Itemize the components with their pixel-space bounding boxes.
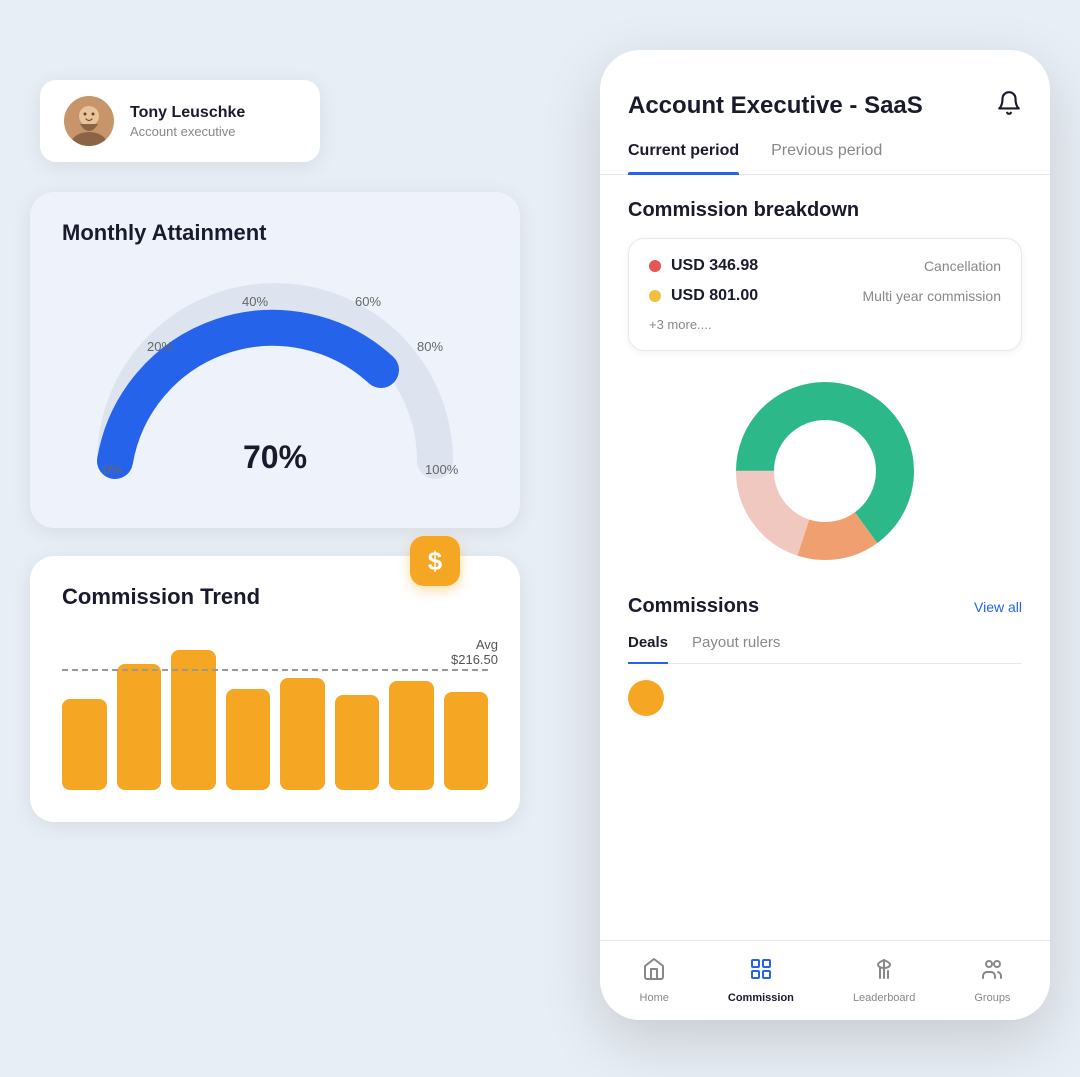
nav-home-label: Home — [640, 992, 669, 1004]
sub-tab-payout[interactable]: Payout rulers — [692, 634, 780, 663]
bar-1 — [117, 664, 162, 790]
trend-card: $ Commission Trend Avg$216.50 — [30, 556, 520, 822]
sub-tabs: Deals Payout rulers — [628, 634, 1022, 664]
breakdown-label-2: Multi year commission — [863, 288, 1001, 304]
bar-3 — [226, 689, 271, 790]
dot-yellow — [649, 290, 661, 302]
user-card: Tony Leuschke Account executive — [40, 80, 320, 162]
bar-5 — [335, 695, 380, 790]
trend-title: Commission Trend — [62, 584, 488, 610]
bell-icon[interactable] — [996, 90, 1022, 122]
commissions-title: Commissions — [628, 595, 759, 618]
commission-icon — [749, 957, 773, 988]
svg-text:100%: 100% — [425, 462, 459, 477]
bar-7 — [444, 692, 489, 790]
nav-commission-label: Commission — [728, 992, 794, 1004]
nav-leaderboard[interactable]: Leaderboard — [853, 957, 915, 1004]
tab-current-period[interactable]: Current period — [628, 142, 739, 174]
view-all-link[interactable]: View all — [974, 599, 1022, 615]
attainment-card: Monthly Attainment 0% 20% 40% 60% 80% 10… — [30, 192, 520, 528]
svg-text:80%: 80% — [417, 339, 443, 354]
breakdown-row-2: USD 801.00 Multi year commission — [649, 287, 1001, 305]
gauge-container: 0% 20% 40% 60% 80% 100% 70% — [62, 266, 488, 496]
bar-chart: Avg$216.50 — [62, 630, 488, 790]
bar-0 — [62, 699, 107, 790]
svg-text:60%: 60% — [355, 294, 381, 309]
donut-chart — [628, 371, 1022, 571]
avatar — [64, 96, 114, 146]
breakdown-amount-1: USD 346.98 — [671, 257, 758, 275]
breakdown-amount-2: USD 801.00 — [671, 287, 758, 305]
svg-text:20%: 20% — [147, 339, 173, 354]
groups-icon — [980, 957, 1004, 988]
breakdown-title: Commission breakdown — [628, 199, 1022, 222]
bar-2 — [171, 650, 216, 790]
home-icon — [642, 957, 666, 988]
breakdown-row-1: USD 346.98 Cancellation — [649, 257, 1001, 275]
breakdown-card: USD 346.98 Cancellation USD 801.00 Multi… — [628, 238, 1022, 351]
user-name: Tony Leuschke — [130, 104, 245, 122]
tab-previous-period[interactable]: Previous period — [771, 142, 882, 174]
left-panel: Tony Leuschke Account executive Monthly … — [30, 80, 530, 822]
gauge-value: 70% — [243, 439, 307, 476]
phone-content: Commission breakdown USD 346.98 Cancella… — [600, 175, 1050, 940]
nav-groups[interactable]: Groups — [974, 957, 1010, 1004]
bar-4 — [280, 678, 325, 790]
bottom-nav: Home Commission Leaderboard — [600, 940, 1050, 1020]
phone-title: Account Executive - SaaS — [628, 92, 923, 120]
leaderboard-icon — [872, 957, 896, 988]
tabs-bar: Current period Previous period — [600, 122, 1050, 175]
attainment-title: Monthly Attainment — [62, 220, 488, 246]
nav-groups-label: Groups — [974, 992, 1010, 1004]
phone-header: Account Executive - SaaS — [600, 50, 1050, 122]
user-info: Tony Leuschke Account executive — [130, 104, 245, 139]
nav-leaderboard-label: Leaderboard — [853, 992, 915, 1004]
user-role: Account executive — [130, 124, 245, 139]
phone-mockup: Account Executive - SaaS Current period … — [600, 50, 1050, 1020]
commission-item-indicator — [628, 680, 664, 716]
nav-commission[interactable]: Commission — [728, 957, 794, 1004]
more-text: +3 more.... — [649, 317, 1001, 332]
svg-text:40%: 40% — [242, 294, 268, 309]
svg-text:0%: 0% — [103, 462, 122, 477]
breakdown-label-1: Cancellation — [924, 258, 1001, 274]
sub-tab-deals[interactable]: Deals — [628, 634, 668, 663]
bar-6 — [389, 681, 434, 790]
dollar-badge: $ — [410, 536, 460, 586]
dot-red — [649, 260, 661, 272]
commissions-header: Commissions View all — [628, 595, 1022, 618]
nav-home[interactable]: Home — [640, 957, 669, 1004]
